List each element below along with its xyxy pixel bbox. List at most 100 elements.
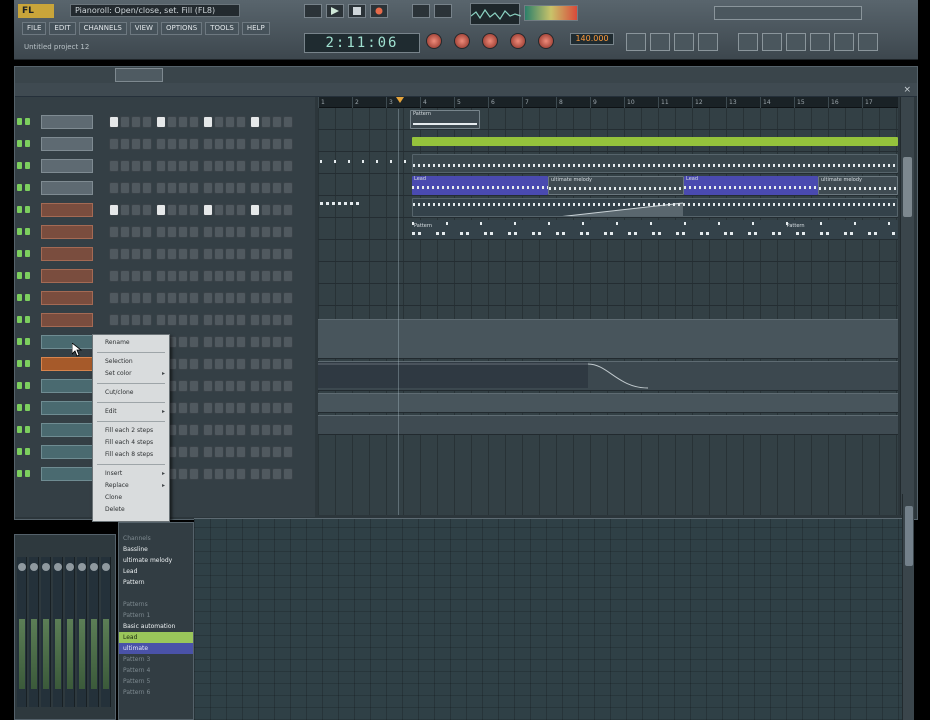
- step-row[interactable]: [109, 138, 293, 150]
- metronome-button[interactable]: [412, 4, 430, 18]
- playlist-tab[interactable]: [115, 68, 163, 82]
- toolbar-button-2[interactable]: [650, 33, 670, 51]
- pan-knob[interactable]: [102, 563, 110, 571]
- volume-fader[interactable]: [55, 619, 61, 689]
- pattern-clip[interactable]: Pattern Pattern: [412, 220, 898, 239]
- song-position-marker-icon[interactable]: [396, 97, 404, 105]
- top-browse-field[interactable]: [714, 6, 862, 20]
- browser-item[interactable]: Basic automation: [119, 621, 193, 632]
- pattern-clip[interactable]: [412, 154, 898, 173]
- toolbar-button-8[interactable]: [810, 33, 830, 51]
- channel-led[interactable]: [17, 382, 31, 390]
- channel-led[interactable]: [17, 316, 31, 324]
- piano-roll-scrollbar[interactable]: [902, 494, 914, 720]
- channel-led[interactable]: [17, 228, 31, 236]
- automation-lane[interactable]: [318, 393, 898, 413]
- melody-clip[interactable]: ultimate melody: [548, 176, 684, 195]
- channel-led[interactable]: [17, 272, 31, 280]
- channel-button[interactable]: [41, 269, 93, 283]
- channel-led[interactable]: [17, 250, 31, 258]
- channel-led[interactable]: [17, 184, 31, 192]
- menu-view[interactable]: VIEW: [129, 22, 158, 35]
- lead-clip[interactable]: Lead: [412, 176, 548, 195]
- menu-item-rename[interactable]: Rename: [93, 337, 169, 349]
- automation-lane[interactable]: [318, 361, 898, 391]
- browser-item[interactable]: Patterns: [119, 599, 193, 610]
- channel-button[interactable]: [41, 291, 93, 305]
- mixer-track[interactable]: [65, 557, 75, 707]
- automation-lane[interactable]: [318, 319, 898, 359]
- automation-clip[interactable]: [412, 198, 898, 217]
- close-icon[interactable]: ×: [903, 86, 911, 95]
- step-row[interactable]: [109, 270, 293, 282]
- menu-channels[interactable]: CHANNELS: [78, 22, 127, 35]
- menu-item-clone[interactable]: Clone: [93, 492, 169, 504]
- stop-button[interactable]: [348, 4, 366, 18]
- volume-fader[interactable]: [31, 619, 37, 689]
- channel-led[interactable]: [17, 404, 31, 412]
- toolbar-button-9[interactable]: [834, 33, 854, 51]
- menu-item-selection[interactable]: Selection: [93, 356, 169, 368]
- menu-tools[interactable]: TOOLS: [205, 22, 239, 35]
- time-ruler[interactable]: 1 2 3 4 5 6 7 8 9 10 11 12 13 14 15 16 1…: [318, 97, 898, 108]
- browser-item[interactable]: Pattern 3: [119, 654, 193, 665]
- menu-edit[interactable]: EDIT: [49, 22, 76, 35]
- channel-button[interactable]: [41, 159, 93, 173]
- mixer-track[interactable]: [53, 557, 63, 707]
- pan-knob[interactable]: [42, 563, 50, 571]
- channel-button-active[interactable]: [41, 357, 93, 371]
- menu-options[interactable]: OPTIONS: [160, 22, 203, 35]
- toolbar-button-10[interactable]: [858, 33, 878, 51]
- channel-button[interactable]: [41, 313, 93, 327]
- channel-button[interactable]: [41, 401, 93, 415]
- mixer-track[interactable]: [77, 557, 87, 707]
- channel-button[interactable]: [41, 467, 93, 481]
- pan-knob[interactable]: [18, 563, 26, 571]
- channel-led[interactable]: [17, 338, 31, 346]
- toolbar-button-4[interactable]: [698, 33, 718, 51]
- channel-led[interactable]: [17, 118, 31, 126]
- channel-led[interactable]: [17, 426, 31, 434]
- browser-item[interactable]: Pattern 1: [119, 610, 193, 621]
- pattern-clip[interactable]: Pattern: [410, 110, 480, 129]
- pan-knob[interactable]: [54, 563, 62, 571]
- knob-4[interactable]: [510, 33, 526, 49]
- browser-item[interactable]: Lead: [119, 566, 193, 577]
- playlist-scrollbar[interactable]: [900, 97, 914, 515]
- melody-clip[interactable]: ultimate melody: [818, 176, 898, 195]
- menu-item-set-color[interactable]: Set color ▸: [93, 368, 169, 380]
- menu-item-delete[interactable]: Delete: [93, 504, 169, 516]
- toolbar-button-7[interactable]: [786, 33, 806, 51]
- volume-fader[interactable]: [91, 619, 97, 689]
- channel-led[interactable]: [17, 294, 31, 302]
- browser-item[interactable]: Pattern: [119, 577, 193, 588]
- channel-button[interactable]: [41, 181, 93, 195]
- channel-button[interactable]: [41, 445, 93, 459]
- play-button[interactable]: [326, 4, 344, 18]
- mixer-track[interactable]: [17, 557, 27, 707]
- step-row[interactable]: [109, 182, 293, 194]
- lead-clip[interactable]: Lead: [684, 176, 818, 195]
- channel-led[interactable]: [17, 162, 31, 170]
- channel-button[interactable]: [41, 379, 93, 393]
- volume-fader[interactable]: [79, 619, 85, 689]
- toolbar-button-6[interactable]: [762, 33, 782, 51]
- scrollbar-thumb[interactable]: [903, 157, 912, 217]
- menu-file[interactable]: FILE: [22, 22, 47, 35]
- step-edit-button[interactable]: [434, 4, 452, 18]
- automation-lane[interactable]: [318, 415, 898, 435]
- volume-fader[interactable]: [67, 619, 73, 689]
- menu-item-fill-2[interactable]: Fill each 2 steps: [93, 425, 169, 437]
- volume-fader[interactable]: [103, 619, 109, 689]
- pan-knob[interactable]: [90, 563, 98, 571]
- playlist-grid[interactable]: 1 2 3 4 5 6 7 8 9 10 11 12 13 14 15 16 1…: [318, 97, 898, 515]
- knob-5[interactable]: [538, 33, 554, 49]
- main-pitch-knob[interactable]: [454, 33, 470, 49]
- browser-item-selected[interactable]: Lead: [119, 632, 193, 643]
- pan-knob[interactable]: [66, 563, 74, 571]
- browser-item[interactable]: [119, 588, 193, 599]
- channel-led[interactable]: [17, 140, 31, 148]
- browser-item[interactable]: Pattern 6: [119, 687, 193, 698]
- browser-item[interactable]: Pattern 5: [119, 676, 193, 687]
- browser-item[interactable]: ultimate melody: [119, 555, 193, 566]
